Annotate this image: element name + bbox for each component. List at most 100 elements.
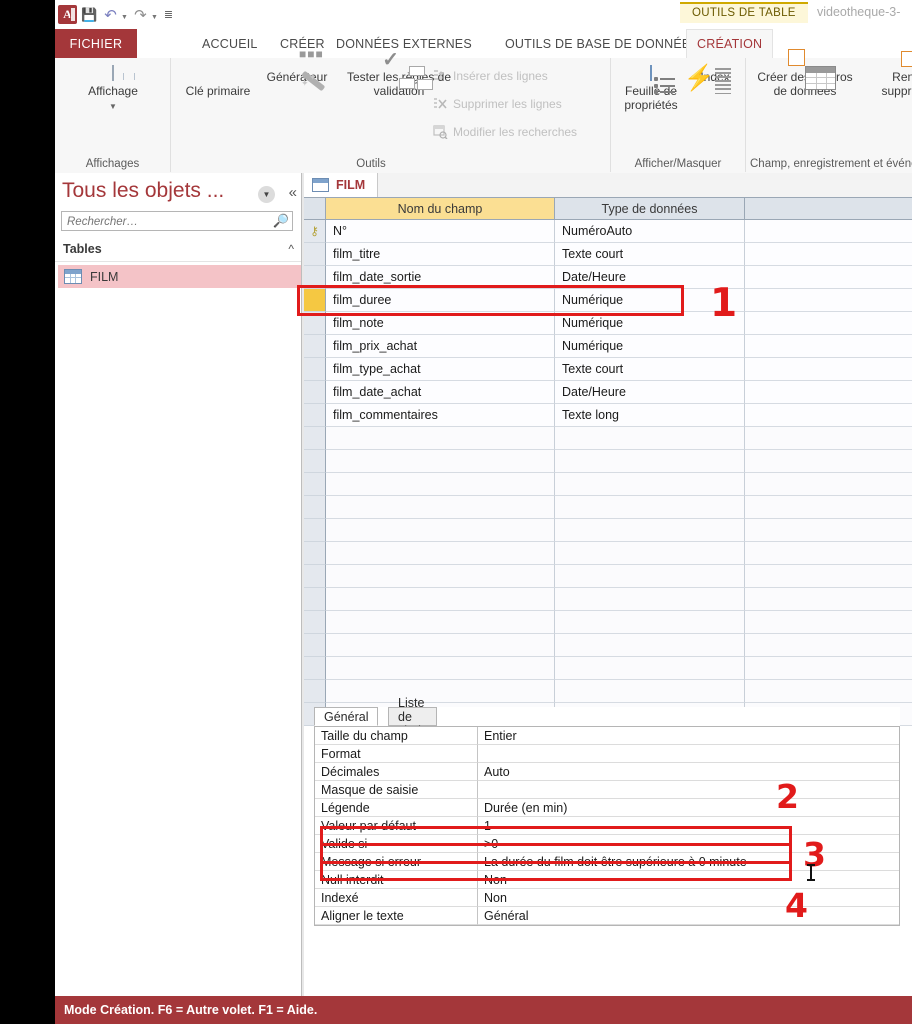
- column-header-nom-du-champ[interactable]: Nom du champ: [326, 198, 555, 219]
- cell-description[interactable]: [745, 634, 912, 657]
- cell-description[interactable]: [745, 289, 912, 312]
- table-row-empty[interactable]: [304, 680, 912, 703]
- supprimer-les-lignes-command[interactable]: Supprimer les lignes: [433, 97, 562, 111]
- cell-field-name[interactable]: film_prix_achat: [326, 335, 555, 358]
- tab-fichier[interactable]: FICHIER: [55, 29, 137, 58]
- cell-data-type[interactable]: Numérique: [555, 312, 745, 335]
- cell-data-type[interactable]: [555, 657, 745, 680]
- table-row[interactable]: film_commentaires Texte long: [304, 404, 912, 427]
- cell-data-type[interactable]: [555, 496, 745, 519]
- property-value[interactable]: La durée du film doit être supérieure à …: [478, 853, 899, 871]
- chevron-down-icon[interactable]: ▼: [258, 186, 275, 203]
- undo-icon[interactable]: ↶: [102, 6, 119, 24]
- cell-field-name[interactable]: [326, 657, 555, 680]
- property-row[interactable]: Légende Durée (en min): [315, 799, 899, 817]
- tab-donnees-externes[interactable]: DONNÉES EXTERNES: [326, 29, 482, 58]
- feuille-de-proprietes-button[interactable]: Feuille de propriétés: [617, 65, 685, 112]
- affichage-button[interactable]: Affichage ▼: [72, 65, 154, 114]
- cell-description[interactable]: [745, 381, 912, 404]
- double-chevron-left-icon[interactable]: «: [289, 184, 297, 201]
- property-value[interactable]: [478, 745, 899, 763]
- cell-data-type[interactable]: [555, 519, 745, 542]
- property-row[interactable]: Taille du champ Entier: [315, 727, 899, 745]
- table-row-empty[interactable]: [304, 565, 912, 588]
- cell-data-type[interactable]: [555, 450, 745, 473]
- property-row[interactable]: Valide si >0: [315, 835, 899, 853]
- property-value[interactable]: Non: [478, 889, 899, 907]
- property-value[interactable]: 1: [478, 817, 899, 835]
- save-icon[interactable]: 💾: [81, 6, 98, 23]
- customize-quick-access-icon[interactable]: ≣: [164, 8, 173, 21]
- row-selector[interactable]: [304, 450, 326, 473]
- cell-field-name[interactable]: film_date_achat: [326, 381, 555, 404]
- cell-description[interactable]: [745, 220, 912, 243]
- table-row[interactable]: film_type_achat Texte court: [304, 358, 912, 381]
- row-selector[interactable]: [304, 611, 326, 634]
- cell-data-type[interactable]: [555, 542, 745, 565]
- cell-description[interactable]: [745, 312, 912, 335]
- cell-description[interactable]: [745, 519, 912, 542]
- cell-description[interactable]: [745, 473, 912, 496]
- cell-field-name[interactable]: film_commentaires: [326, 404, 555, 427]
- row-selector[interactable]: [304, 381, 326, 404]
- cell-field-name[interactable]: film_date_sortie: [326, 266, 555, 289]
- cell-description[interactable]: [745, 266, 912, 289]
- column-header-description[interactable]: [745, 198, 912, 219]
- cell-description[interactable]: [745, 450, 912, 473]
- cell-field-name[interactable]: [326, 588, 555, 611]
- table-row[interactable]: ⚷ N° NuméroAuto: [304, 220, 912, 243]
- search-input[interactable]: [65, 213, 269, 231]
- cell-description[interactable]: [745, 565, 912, 588]
- table-row[interactable]: film_date_achat Date/Heure: [304, 381, 912, 404]
- row-selector[interactable]: [304, 496, 326, 519]
- table-row-empty[interactable]: [304, 450, 912, 473]
- generateur-button[interactable]: ✦ ✦ ■■■ Générateur: [256, 47, 338, 92]
- tab-creation[interactable]: CRÉATION: [686, 29, 774, 58]
- navigation-search-box[interactable]: 🔍: [61, 211, 293, 231]
- row-selector[interactable]: [304, 588, 326, 611]
- property-row[interactable]: Décimales Auto: [315, 763, 899, 781]
- cell-data-type[interactable]: [555, 473, 745, 496]
- cell-field-name[interactable]: [326, 496, 555, 519]
- chevron-up-icon[interactable]: ^: [288, 242, 294, 256]
- table-row-empty[interactable]: [304, 542, 912, 565]
- property-value[interactable]: Entier: [478, 727, 899, 745]
- redo-dropdown-icon[interactable]: ▼: [151, 14, 158, 21]
- property-row[interactable]: Valeur par défaut 1: [315, 817, 899, 835]
- redo-icon[interactable]: ↷: [132, 6, 149, 24]
- table-row-empty[interactable]: [304, 634, 912, 657]
- property-value[interactable]: Auto: [478, 763, 899, 781]
- cle-primaire-button[interactable]: Clé primaire: [184, 66, 252, 98]
- property-row[interactable]: Masque de saisie: [315, 781, 899, 799]
- row-selector[interactable]: [304, 473, 326, 496]
- cell-description[interactable]: [745, 496, 912, 519]
- index-button[interactable]: ⚡ Index: [684, 66, 739, 95]
- cell-field-name[interactable]: film_duree: [326, 289, 555, 312]
- cell-data-type[interactable]: Texte court: [555, 243, 745, 266]
- cell-data-type[interactable]: [555, 634, 745, 657]
- cell-field-name[interactable]: [326, 427, 555, 450]
- cell-description[interactable]: [745, 427, 912, 450]
- cell-data-type[interactable]: [555, 588, 745, 611]
- table-row-empty[interactable]: [304, 427, 912, 450]
- property-value[interactable]: >0: [478, 835, 899, 853]
- table-row-empty[interactable]: [304, 473, 912, 496]
- cell-description[interactable]: [745, 588, 912, 611]
- cell-description[interactable]: [745, 611, 912, 634]
- cell-data-type[interactable]: NuméroAuto: [555, 220, 745, 243]
- sidebar-item-film[interactable]: FILM: [58, 265, 301, 288]
- cell-data-type[interactable]: Texte court: [555, 358, 745, 381]
- row-selector[interactable]: [304, 634, 326, 657]
- cell-description[interactable]: [745, 404, 912, 427]
- cell-description[interactable]: [745, 542, 912, 565]
- cell-description[interactable]: [745, 335, 912, 358]
- row-selector[interactable]: [304, 358, 326, 381]
- property-row[interactable]: Aligner le texte Général: [315, 907, 899, 925]
- cell-data-type[interactable]: [555, 565, 745, 588]
- property-value[interactable]: Non: [478, 871, 899, 889]
- property-row[interactable]: Indexé Non: [315, 889, 899, 907]
- cell-data-type[interactable]: Date/Heure: [555, 266, 745, 289]
- row-selector[interactable]: [304, 266, 326, 289]
- cell-field-name[interactable]: [326, 634, 555, 657]
- row-selector[interactable]: [304, 657, 326, 680]
